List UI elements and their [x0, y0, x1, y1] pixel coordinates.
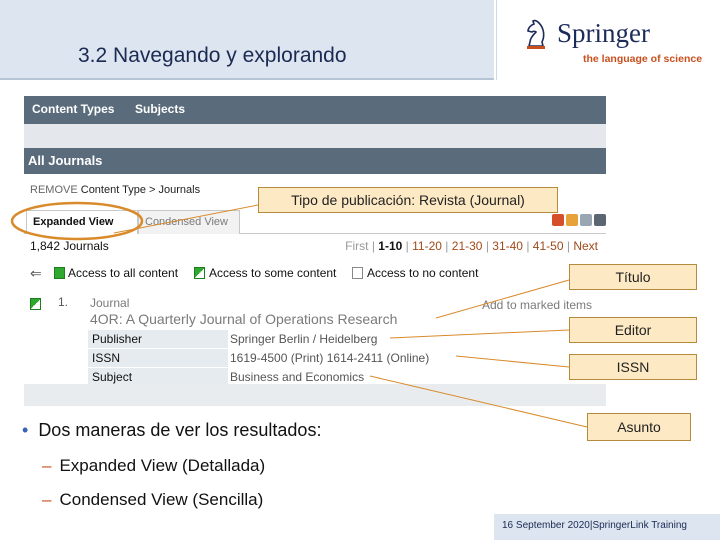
pager-next[interactable]: Next [573, 239, 598, 253]
logo-tagline: the language of science [583, 53, 703, 65]
add-to-marked-items-link[interactable]: Add to marked items [482, 298, 592, 312]
save-icon[interactable] [594, 214, 606, 226]
return-arrow-icon: ⇐ [30, 265, 42, 281]
pager-current-page: 1-10 [378, 239, 403, 253]
legend-access-all: Access to all content [68, 266, 179, 280]
pager-first[interactable]: First [345, 239, 368, 253]
callout-issn: ISSN [569, 354, 697, 380]
metadata-value: Business and Economics [230, 370, 365, 384]
metadata-value: Springer Berlin / Heidelberg [230, 332, 378, 346]
pager-page-link[interactable]: 11-20 [412, 239, 442, 253]
print-icon[interactable] [580, 214, 592, 226]
callout-editor: Editor [569, 317, 697, 343]
bullet-main-text: Dos maneras de ver los resultados: [38, 420, 322, 440]
content-tabs-bar: Content Types Subjects [24, 96, 606, 124]
tab-subjects[interactable]: Subjects [135, 102, 185, 116]
chess-knight-icon [527, 19, 545, 49]
result-type: Journal [90, 296, 130, 310]
bullet-sub-text: Expanded View (Detallada) [59, 456, 266, 475]
metadata-key: Publisher [88, 330, 228, 348]
callout-titulo: Título [569, 264, 697, 290]
callout-asunto: Asunto [587, 413, 691, 441]
bullet-sub: – Expanded View (Detallada) [42, 456, 265, 476]
access-none-icon [352, 267, 363, 279]
callout-publication-type: Tipo de publicación: Revista (Journal) [258, 187, 558, 213]
access-some-icon [30, 298, 41, 310]
access-some-icon [194, 267, 205, 279]
bullet-dash-icon: – [42, 456, 52, 475]
access-all-icon [54, 267, 65, 279]
pager-page-link[interactable]: 41-50 [533, 239, 564, 253]
bullet-dash-icon: – [42, 490, 52, 509]
slide-title: 3.2 Navegando y explorando [78, 44, 347, 67]
screenshot-bottom-bar [24, 384, 606, 406]
pager-page-link[interactable]: 21-30 [452, 239, 483, 253]
section-title: All Journals [28, 153, 103, 168]
footer-text: SpringerLink Training [592, 520, 687, 531]
tab-content-types[interactable]: Content Types [32, 102, 114, 116]
result-count: 1,842 Journals [30, 239, 109, 253]
section-header: All Journals [24, 148, 606, 174]
breadcrumb-path: Content Type > Journals [80, 184, 201, 196]
toolbar-icons [552, 214, 606, 226]
tab-condensed-view[interactable]: Condensed View [138, 210, 240, 234]
footer-date: 16 September 2020 [502, 520, 590, 531]
metadata-value: 1619-4500 (Print) 1614-2411 (Online) [230, 351, 430, 365]
pagination: First | 1-10 | 11-20 | 21-30 | 31-40 | 4… [345, 239, 598, 253]
logo-name: Springer [557, 18, 650, 48]
springerlink-screenshot: Content Types Subjects All Journals REMO… [24, 96, 606, 406]
metadata-key: ISSN [88, 349, 228, 367]
slide-footer: 16 September 2020|SpringerLink Training [494, 514, 720, 540]
breadcrumb: REMOVE Content Type > Journals [30, 184, 200, 196]
slide-title-band: 3.2 Navegando y explorando [0, 0, 494, 80]
bullet-sub-text: Condensed View (Sencilla) [59, 490, 264, 509]
bullet-sub: – Condensed View (Sencilla) [42, 490, 263, 510]
bullet-main: • Dos maneras de ver los resultados: [22, 420, 321, 441]
bullet-dot-icon: • [22, 420, 29, 440]
subnav-bar [24, 124, 606, 148]
access-legend: ⇐ Access to all content Access to some c… [24, 264, 606, 284]
pager-page-link[interactable]: 31-40 [492, 239, 523, 253]
result-number: 1. [58, 295, 69, 309]
springer-logo: Springer the language of science [496, 0, 720, 80]
legend-access-some: Access to some content [209, 266, 337, 280]
breadcrumb-remove-link[interactable]: REMOVE [30, 184, 78, 196]
tab-expanded-view[interactable]: Expanded View [26, 210, 138, 234]
result-title-link[interactable]: 4OR: A Quarterly Journal of Operations R… [90, 311, 397, 327]
pdf-icon[interactable] [552, 214, 564, 226]
legend-access-none: Access to no content [367, 266, 479, 280]
rss-icon[interactable] [566, 214, 578, 226]
